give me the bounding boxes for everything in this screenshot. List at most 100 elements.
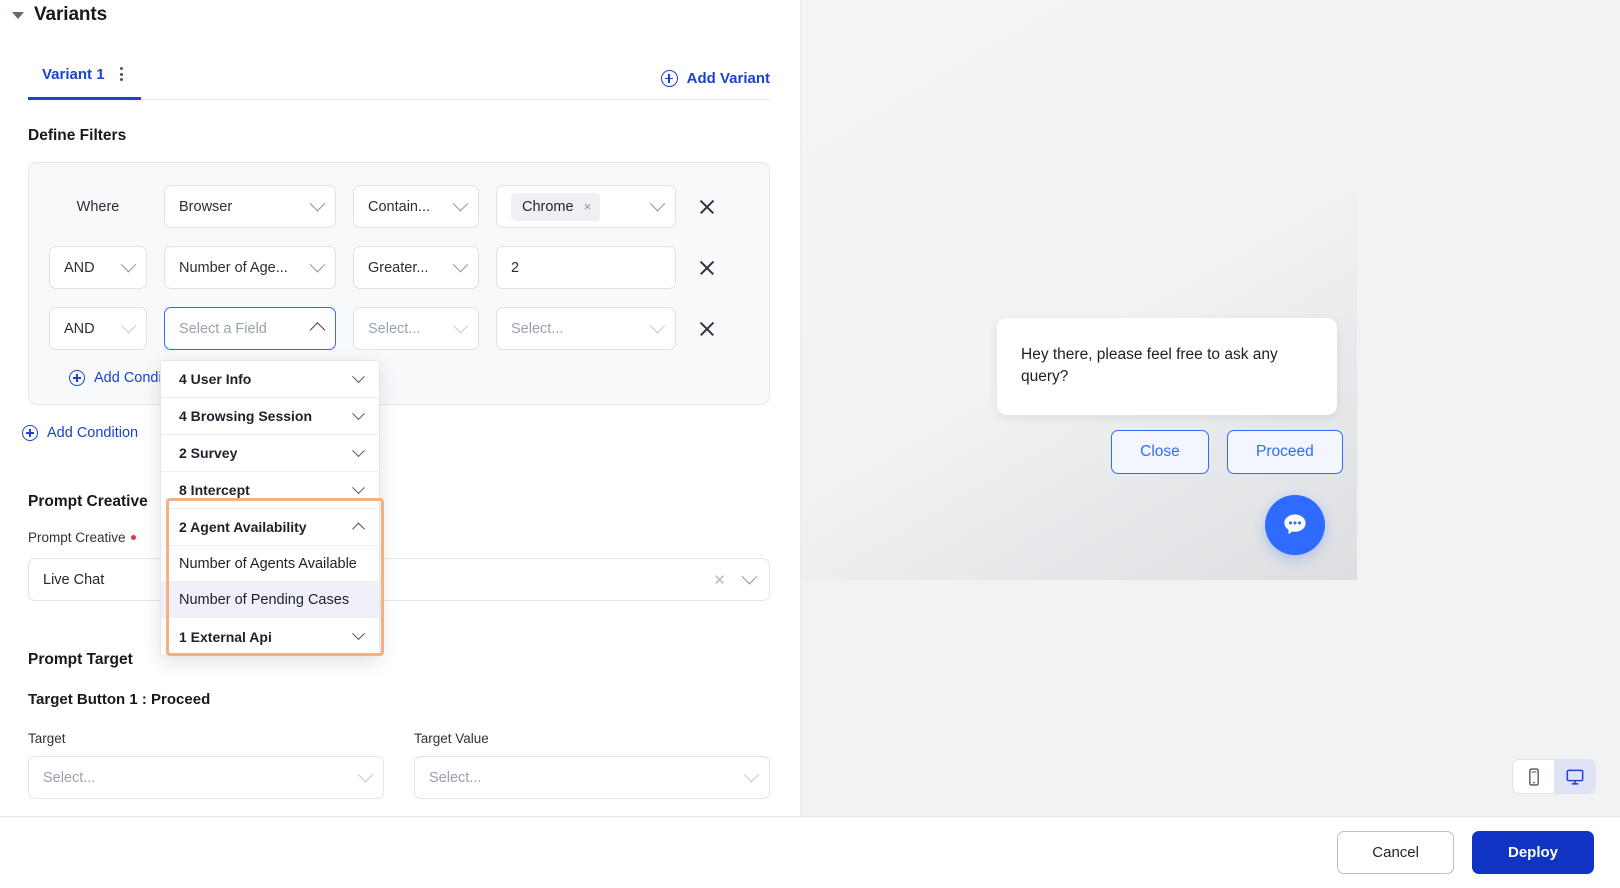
dropdown-group-intercept[interactable]: 8 Intercept (161, 472, 379, 509)
device-desktop-button[interactable] (1554, 760, 1595, 793)
circle-plus-icon (660, 70, 678, 87)
chip-remove-icon[interactable]: × (584, 200, 592, 213)
filter-row-2-conjunction-value: AND (64, 320, 95, 337)
filter-row-2-field-placeholder: Select a Field (179, 320, 267, 337)
prompt-creative-heading: Prompt Creative (28, 493, 148, 510)
variants-section-header[interactable]: Variants (0, 0, 800, 30)
deploy-button[interactable]: Deploy (1471, 831, 1594, 874)
filter-row-2-operator-select[interactable]: Select... (353, 307, 479, 350)
circle-plus-icon (22, 425, 38, 441)
prompt-creative-select[interactable]: Live Chat ✕ (28, 558, 770, 601)
add-condition-outer-button[interactable]: Add Condition (22, 425, 800, 441)
chevron-down-icon (352, 369, 365, 383)
filter-row-2-operator-placeholder: Select... (368, 320, 421, 337)
filter-row-2-field-select[interactable]: Select a Field (164, 307, 336, 350)
deploy-prompt-screen: Variants Variant 1 Add Variant Define Fi… (0, 0, 1620, 888)
dropdown-option-number-of-pending-cases[interactable]: Number of Pending Cases (161, 582, 379, 618)
filter-row-1-field-select[interactable]: Number of Age... (164, 246, 336, 289)
filter-row: AND Select a Field Select... Select... (49, 307, 749, 350)
dropdown-group-user-info[interactable]: 4 User Info (161, 361, 379, 398)
caret-down-icon[interactable] (12, 11, 24, 19)
required-marker-icon (130, 535, 136, 541)
configuration-panel: Variants Variant 1 Add Variant Define Fi… (0, 0, 800, 816)
dropdown-group-browsing-session[interactable]: 4 Browsing Session (161, 398, 379, 435)
filter-row-1-value-input[interactable]: 2 (496, 246, 676, 289)
tab-variant-1[interactable]: Variant 1 (28, 65, 141, 100)
circle-plus-icon (69, 370, 85, 386)
desktop-icon (1566, 769, 1583, 785)
preview-close-button[interactable]: Close (1111, 430, 1209, 474)
target-label: Target (28, 731, 66, 746)
mobile-icon (1528, 767, 1539, 786)
preview-panel: Hey there, please feel free to ask any q… (800, 0, 1620, 816)
chevron-down-icon (743, 766, 760, 783)
add-variant-button[interactable]: Add Variant (660, 70, 770, 99)
chevron-down-icon (309, 256, 326, 273)
target-value-select[interactable]: Select... (414, 756, 770, 799)
filter-row-1-conjunction-select[interactable]: AND (49, 246, 147, 289)
target-value-placeholder: Select... (429, 769, 482, 786)
dropdown-group-survey[interactable]: 2 Survey (161, 435, 379, 472)
preview-stage: Hey there, please feel free to ask any q… (801, 0, 1357, 580)
add-condition-outer-label: Add Condition (47, 425, 139, 441)
prompt-creative-field-label: Prompt Creative (28, 530, 126, 545)
dropdown-item-label: 2 Agent Availability (179, 519, 307, 535)
filter-row-2-conjunction-select[interactable]: AND (49, 307, 147, 350)
dropdown-group-agent-availability[interactable]: 2 Agent Availability (161, 509, 379, 546)
chevron-down-icon (452, 195, 469, 212)
target-placeholder: Select... (43, 769, 96, 786)
dropdown-item-label: 4 User Info (179, 371, 252, 387)
remove-filter-row-button[interactable] (697, 319, 717, 339)
filter-row-2-value-select[interactable]: Select... (496, 307, 676, 350)
target-select[interactable]: Select... (28, 756, 384, 799)
chevron-down-icon (120, 256, 137, 273)
device-mobile-button[interactable] (1513, 760, 1554, 793)
filter-row-0-field-select[interactable]: Browser (164, 185, 336, 228)
chat-launcher-button[interactable] (1265, 495, 1325, 555)
chevron-down-icon (352, 480, 365, 494)
chevron-down-icon (452, 317, 469, 334)
chevron-up-icon (352, 522, 365, 535)
add-variant-label: Add Variant (686, 70, 770, 87)
target-button-subheading: Target Button 1 : Proceed (28, 691, 211, 708)
chip-label: Chrome (522, 198, 574, 215)
filter-row: AND Number of Age... Greater... 2 (49, 246, 749, 289)
filter-row-1-value: 2 (511, 259, 520, 276)
variant-tabs-row: Variant 1 Add Variant (28, 52, 770, 100)
remove-filter-row-button[interactable] (697, 258, 717, 278)
chevron-down-icon (357, 766, 374, 783)
filter-row-0-value-chip[interactable]: Chrome × (511, 192, 601, 221)
chevron-down-icon (309, 195, 326, 212)
preview-message-text: Hey there, please feel free to ask any q… (1021, 346, 1278, 386)
remove-filter-row-button[interactable] (697, 197, 717, 217)
target-field-group: Target Select... (28, 731, 384, 799)
filter-row-0-field-value: Browser (179, 198, 233, 215)
filter-row-2-value-placeholder: Select... (511, 320, 564, 337)
field-select-dropdown[interactable]: 4 User Info 4 Browsing Session 2 Survey … (160, 360, 380, 656)
filter-row-1-operator-select[interactable]: Greater... (353, 246, 479, 289)
dropdown-group-external-api[interactable]: 1 External Api (161, 618, 379, 655)
chevron-down-icon (452, 256, 469, 273)
chevron-down-icon (649, 195, 666, 212)
main-split: Variants Variant 1 Add Variant Define Fi… (0, 0, 1620, 816)
filter-row-0-operator-select[interactable]: Contain... (353, 185, 479, 228)
chevron-down-icon (120, 317, 137, 334)
filter-row-0-operator-value: Contain... (368, 198, 431, 215)
more-options-icon[interactable] (116, 65, 127, 83)
filter-row-0-value-select[interactable]: Chrome × (496, 185, 676, 228)
chat-bubble-icon (1284, 514, 1306, 534)
dropdown-item-label: 1 External Api (179, 628, 272, 645)
dropdown-option-number-of-agents-available[interactable]: Number of Agents Available (161, 546, 379, 582)
chevron-down-icon (649, 317, 666, 334)
filter-row-1-conjunction-value: AND (64, 259, 95, 276)
preview-proceed-button[interactable]: Proceed (1227, 430, 1343, 474)
filter-conditions-group: Where Browser Contain... Chrome × AND Nu… (28, 162, 770, 405)
cancel-button[interactable]: Cancel (1337, 831, 1454, 874)
page-title: Variants (34, 4, 108, 25)
close-icon[interactable]: ✕ (713, 571, 726, 589)
target-value-label: Target Value (414, 731, 489, 746)
preview-bubble-actions: Close Proceed (1111, 430, 1343, 474)
define-filters-title: Define Filters (28, 127, 127, 144)
device-preview-toggle (1512, 759, 1596, 794)
target-value-field-group: Target Value Select... (414, 731, 770, 799)
